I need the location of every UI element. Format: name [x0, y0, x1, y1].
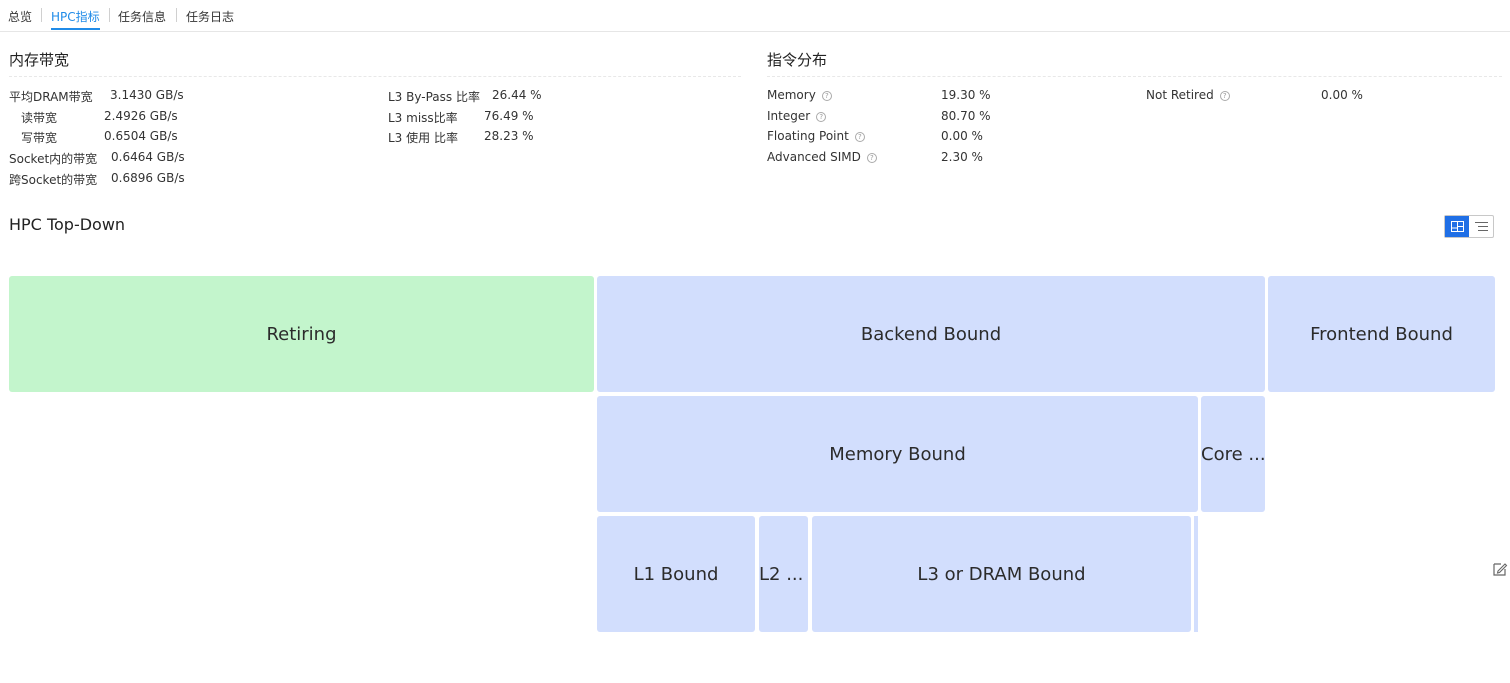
- treemap-view-icon: [1450, 221, 1464, 232]
- l3-usage-ratio-value: 28.23 %: [484, 129, 534, 143]
- avg-dram-bandwidth-value: 3.1430 GB/s: [110, 88, 184, 102]
- edit-icon[interactable]: [1492, 561, 1508, 577]
- floating-point-instr-label: Floating Point?: [767, 129, 865, 143]
- l3-miss-ratio-value: 76.49 %: [484, 109, 534, 123]
- cross-socket-bandwidth-value: 0.6896 GB/s: [111, 171, 185, 185]
- advanced-simd-instr-value: 2.30 %: [941, 150, 983, 164]
- cross-socket-bandwidth-label: 跨Socket的带宽: [9, 173, 98, 187]
- integer-instr-label: Integer?: [767, 109, 827, 123]
- l3-bypass-ratio-value: 26.44 %: [492, 88, 542, 102]
- retiring-node[interactable]: Retiring: [9, 276, 594, 392]
- section-divider: [767, 76, 1502, 77]
- backend-bound-node[interactable]: Backend Bound: [597, 276, 1265, 392]
- intra-socket-bandwidth-value: 0.6464 GB/s: [111, 150, 185, 164]
- tab-hpc-metrics[interactable]: HPC指标: [51, 8, 100, 25]
- l3-miss-ratio-label: L3 miss比率: [388, 111, 458, 125]
- memory-bandwidth-title: 内存带宽: [9, 51, 70, 69]
- tab-bar: 总览 HPC指标 任务信息 任务日志: [0, 0, 1510, 32]
- read-bandwidth-value: 2.4926 GB/s: [104, 109, 178, 123]
- advanced-simd-instr-label: Advanced SIMD?: [767, 150, 877, 164]
- memory-instr-value: 19.30 %: [941, 88, 991, 102]
- floating-point-instr-value: 0.00 %: [941, 129, 983, 143]
- intra-socket-bandwidth-label: Socket内的带宽: [9, 152, 98, 166]
- hpc-topdown-title: HPC Top-Down: [9, 215, 126, 234]
- memory-instr-label: Memory?: [767, 88, 832, 102]
- tab-task-info[interactable]: 任务信息: [118, 8, 166, 25]
- view-toggle: [1444, 215, 1494, 238]
- section-divider: [9, 76, 741, 77]
- avg-dram-bandwidth-label: 平均DRAM带宽: [9, 90, 93, 104]
- help-icon[interactable]: ?: [866, 153, 877, 163]
- l1-bound-node[interactable]: L1 Bound: [597, 516, 755, 632]
- help-icon[interactable]: ?: [1219, 91, 1230, 101]
- treemap-view-button[interactable]: [1445, 216, 1469, 237]
- instruction-distribution-title: 指令分布: [767, 51, 828, 69]
- list-view-icon: [1474, 222, 1488, 231]
- not-retired-value: 0.00 %: [1321, 88, 1363, 102]
- read-bandwidth-label: 读带宽: [21, 111, 58, 125]
- l3-dram-bound-node[interactable]: L3 or DRAM Bound: [812, 516, 1191, 632]
- l2-bound-node[interactable]: L2 ...: [759, 516, 808, 632]
- tab-task-log[interactable]: 任务日志: [186, 8, 234, 25]
- tab-overview[interactable]: 总览: [8, 8, 32, 25]
- l3-usage-ratio-label: L3 使用 比率: [388, 131, 458, 145]
- small-memory-subnode[interactable]: [1194, 516, 1198, 632]
- l3-bypass-ratio-label: L3 By-Pass 比率: [388, 90, 480, 104]
- tab-divider: [109, 8, 110, 22]
- tab-divider: [176, 8, 177, 22]
- list-view-button[interactable]: [1469, 216, 1493, 237]
- write-bandwidth-label: 写带宽: [21, 131, 58, 145]
- help-icon[interactable]: ?: [821, 91, 832, 101]
- not-retired-label: Not Retired?: [1146, 88, 1230, 102]
- frontend-bound-node[interactable]: Frontend Bound: [1268, 276, 1495, 392]
- core-bound-node[interactable]: Core ...: [1201, 396, 1265, 512]
- help-icon[interactable]: ?: [854, 132, 865, 142]
- memory-bound-node[interactable]: Memory Bound: [597, 396, 1198, 512]
- integer-instr-value: 80.70 %: [941, 109, 991, 123]
- tab-divider: [41, 8, 42, 22]
- active-tab-indicator: [51, 28, 100, 30]
- write-bandwidth-value: 0.6504 GB/s: [104, 129, 178, 143]
- help-icon[interactable]: ?: [816, 112, 827, 122]
